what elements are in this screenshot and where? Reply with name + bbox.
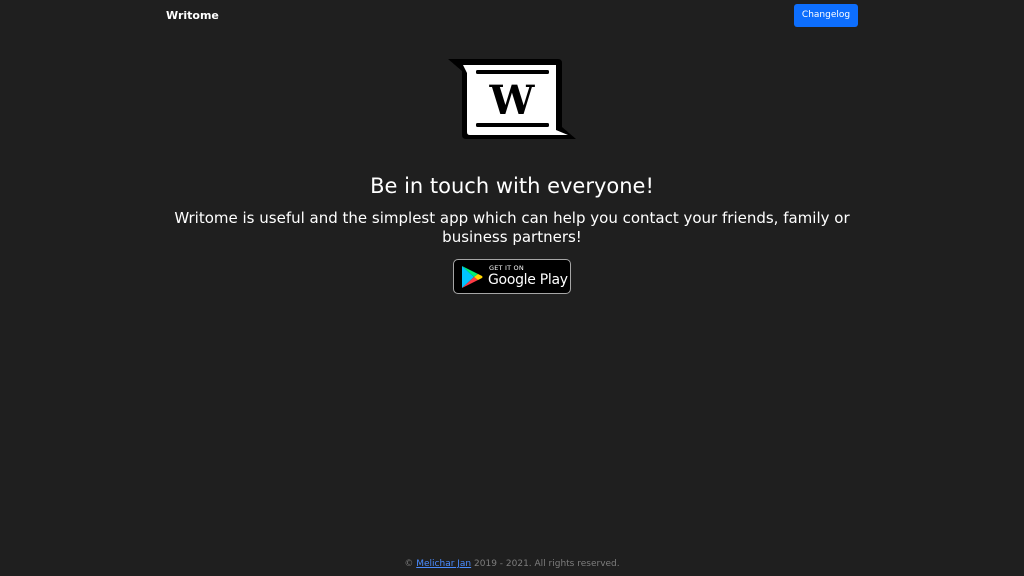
- google-play-badge[interactable]: GET IT ON Google Play: [453, 259, 571, 294]
- copyright-text: 2019 - 2021. All rights reserved.: [474, 559, 620, 569]
- google-play-icon: [462, 266, 483, 288]
- changelog-button[interactable]: Changelog: [794, 4, 858, 27]
- writome-logo: W: [448, 59, 576, 139]
- navbar: Writome Changelog: [0, 0, 1024, 31]
- badge-small-text: GET IT ON: [489, 264, 524, 272]
- author-link[interactable]: Melichar Jan: [416, 559, 471, 569]
- copyright-symbol: ©: [404, 559, 414, 569]
- footer: © Melichar Jan 2019 - 2021. All rights r…: [0, 559, 1024, 569]
- subtitle: Writome is useful and the simplest app w…: [174, 209, 850, 246]
- logo-letter: W: [489, 77, 536, 124]
- brand-link[interactable]: Writome: [166, 9, 219, 22]
- headline: Be in touch with everyone!: [370, 174, 654, 198]
- badge-large-text: Google Play: [488, 272, 568, 288]
